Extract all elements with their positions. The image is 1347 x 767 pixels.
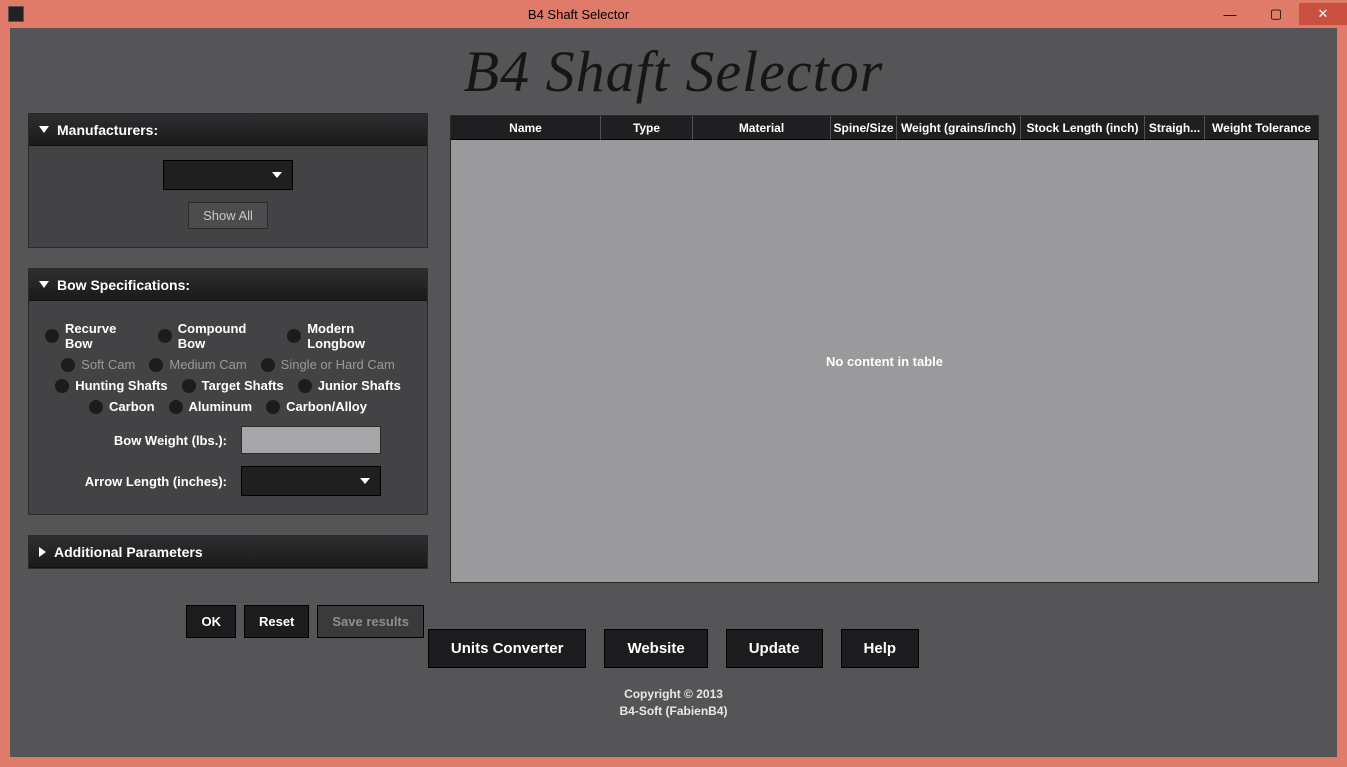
radio-compound-bow[interactable]: Compound Bow [158, 321, 273, 351]
bow-spec-panel: Bow Specifications: Recurve Bow Compound… [28, 268, 428, 515]
title-bar: B4 Shaft Selector — ▢ ✕ [0, 0, 1347, 28]
radio-hard-cam: Single or Hard Cam [261, 357, 395, 372]
radio-icon [261, 358, 275, 372]
app-frame: B4 Shaft Selector Manufacturers: Show Al… [10, 28, 1337, 757]
radio-label: Aluminum [189, 399, 253, 414]
bow-weight-label: Bow Weight (lbs.): [114, 433, 227, 448]
app-title: B4 Shaft Selector [28, 28, 1319, 113]
col-name[interactable]: Name [451, 116, 601, 140]
radio-icon [158, 329, 172, 343]
manufacturer-dropdown[interactable] [163, 160, 293, 190]
website-button[interactable]: Website [604, 629, 707, 668]
radio-junior-shafts[interactable]: Junior Shafts [298, 378, 401, 393]
radio-icon [61, 358, 75, 372]
radio-label: Medium Cam [169, 357, 246, 372]
radio-label: Hunting Shafts [75, 378, 167, 393]
col-weight[interactable]: Weight (grains/inch) [897, 116, 1021, 140]
chevron-down-icon [360, 478, 370, 484]
col-spine[interactable]: Spine/Size [831, 116, 897, 140]
radio-label: Carbon [109, 399, 155, 414]
radio-soft-cam: Soft Cam [61, 357, 135, 372]
close-button[interactable]: ✕ [1299, 3, 1347, 25]
maximize-button[interactable]: ▢ [1253, 3, 1299, 25]
radio-label: Target Shafts [202, 378, 284, 393]
manufacturers-panel: Manufacturers: Show All [28, 113, 428, 248]
radio-icon [169, 400, 183, 414]
bow-spec-header[interactable]: Bow Specifications: [29, 269, 427, 301]
manufacturers-header[interactable]: Manufacturers: [29, 114, 427, 146]
ok-button[interactable]: OK [186, 605, 236, 638]
radio-label: Single or Hard Cam [281, 357, 395, 372]
col-straightness[interactable]: Straigh... [1145, 116, 1205, 140]
manufacturers-title: Manufacturers: [57, 122, 158, 138]
radio-medium-cam: Medium Cam [149, 357, 246, 372]
bow-weight-input[interactable] [241, 426, 381, 454]
reset-button[interactable]: Reset [244, 605, 309, 638]
update-button[interactable]: Update [726, 629, 823, 668]
save-results-button: Save results [317, 605, 424, 638]
chevron-down-icon [39, 126, 49, 133]
arrow-length-dropdown[interactable] [241, 466, 381, 496]
radio-icon [149, 358, 163, 372]
radio-modern-longbow[interactable]: Modern Longbow [287, 321, 411, 351]
radio-icon [45, 329, 59, 343]
radio-carbon-alloy[interactable]: Carbon/Alloy [266, 399, 367, 414]
additional-params-panel: Additional Parameters [28, 535, 428, 569]
radio-aluminum[interactable]: Aluminum [169, 399, 253, 414]
radio-icon [287, 329, 301, 343]
window-title: B4 Shaft Selector [0, 7, 1207, 22]
chevron-down-icon [39, 281, 49, 288]
footer: Copyright © 2013 B4-Soft (FabienB4) [28, 686, 1319, 720]
col-type[interactable]: Type [601, 116, 693, 140]
minimize-button[interactable]: — [1207, 3, 1253, 25]
radio-label: Compound Bow [178, 321, 273, 351]
radio-hunting-shafts[interactable]: Hunting Shafts [55, 378, 167, 393]
radio-icon [89, 400, 103, 414]
table-empty-message: No content in table [451, 140, 1318, 582]
radio-label: Recurve Bow [65, 321, 144, 351]
table-header-row: Name Type Material Spine/Size Weight (gr… [451, 116, 1318, 140]
radio-icon [182, 379, 196, 393]
arrow-length-label: Arrow Length (inches): [85, 474, 227, 489]
results-table: Name Type Material Spine/Size Weight (gr… [450, 115, 1319, 583]
additional-params-header[interactable]: Additional Parameters [29, 536, 427, 568]
additional-params-title: Additional Parameters [54, 544, 203, 560]
radio-label: Modern Longbow [307, 321, 411, 351]
radio-label: Soft Cam [81, 357, 135, 372]
radio-label: Carbon/Alloy [286, 399, 367, 414]
chevron-right-icon [39, 547, 46, 557]
units-converter-button[interactable]: Units Converter [428, 629, 587, 668]
chevron-down-icon [272, 172, 282, 178]
radio-icon [298, 379, 312, 393]
radio-recurve-bow[interactable]: Recurve Bow [45, 321, 144, 351]
show-all-button[interactable]: Show All [188, 202, 268, 229]
col-tolerance[interactable]: Weight Tolerance [1205, 116, 1318, 140]
radio-carbon[interactable]: Carbon [89, 399, 155, 414]
col-material[interactable]: Material [693, 116, 831, 140]
bow-spec-title: Bow Specifications: [57, 277, 190, 293]
radio-icon [55, 379, 69, 393]
author-line: B4-Soft (FabienB4) [28, 703, 1319, 720]
radio-label: Junior Shafts [318, 378, 401, 393]
radio-icon [266, 400, 280, 414]
col-stock[interactable]: Stock Length (inch) [1021, 116, 1145, 140]
help-button[interactable]: Help [841, 629, 920, 668]
radio-target-shafts[interactable]: Target Shafts [182, 378, 284, 393]
copyright-line: Copyright © 2013 [28, 686, 1319, 703]
